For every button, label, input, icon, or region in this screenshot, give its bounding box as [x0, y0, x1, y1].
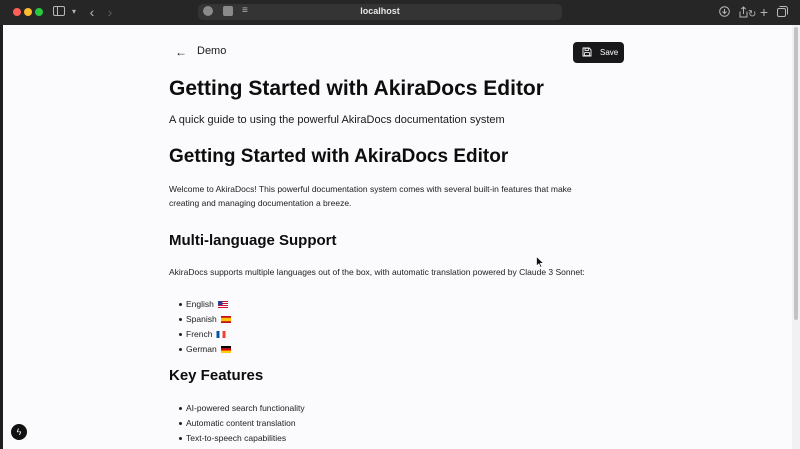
breadcrumb[interactable]: Demo [197, 45, 226, 57]
plus-icon[interactable]: + [758, 4, 770, 20]
features-list[interactable]: AI-powered search functionality Automati… [179, 401, 305, 446]
multilanguage-paragraph[interactable]: AkiraDocs supports multiple languages ou… [169, 267, 585, 277]
tab-overview-icon[interactable] [777, 4, 789, 20]
reader-icon[interactable]: ≡ [242, 6, 252, 16]
content-heading[interactable]: Getting Started with AkiraDocs Editor [169, 146, 508, 168]
us-flag-icon [217, 301, 228, 308]
page-subtitle[interactable]: A quick guide to using the powerful Akir… [169, 114, 505, 126]
language-label: English [186, 299, 214, 309]
language-label: German [186, 344, 217, 354]
list-item: English [179, 297, 231, 312]
browser-toolbar: ▾ ‹ › localhost ↻ ≡ + [0, 0, 800, 25]
download-icon[interactable] [719, 4, 731, 20]
extension-icon[interactable] [203, 6, 213, 16]
lightning-icon[interactable]: ϟ [11, 424, 27, 440]
list-item: German [179, 342, 231, 357]
language-list[interactable]: English Spanish French German [179, 297, 231, 357]
list-item: French [179, 327, 231, 342]
spain-flag-icon [220, 316, 231, 323]
save-icon [582, 47, 592, 57]
multilanguage-heading[interactable]: Multi-language Support [169, 232, 336, 249]
scrollbar[interactable] [792, 25, 800, 449]
language-label: French [186, 329, 213, 339]
scrollbar-thumb[interactable] [794, 27, 798, 320]
page-viewport: ← Demo Save Getting Started with AkiraDo… [3, 25, 800, 449]
mouse-cursor-icon [536, 256, 544, 268]
germany-flag-icon [220, 346, 231, 353]
page-title[interactable]: Getting Started with AkiraDocs Editor [169, 77, 544, 101]
list-item: Spanish [179, 312, 231, 327]
extension-menu-icon[interactable] [223, 3, 233, 16]
save-button-label: Save [600, 48, 619, 57]
save-button[interactable]: Save [573, 42, 624, 63]
minimize-window-button[interactable] [24, 8, 32, 16]
intro-paragraph[interactable]: Welcome to AkiraDocs! This powerful docu… [169, 182, 589, 210]
address-bar[interactable]: localhost ↻ [198, 4, 756, 20]
share-icon[interactable] [738, 4, 750, 20]
list-item: Automatic content translation [179, 416, 305, 431]
list-item: AI-powered search functionality [179, 401, 305, 416]
forward-arrow-icon[interactable]: › [104, 4, 116, 20]
url-text: localhost [360, 6, 400, 16]
language-label: Spanish [186, 314, 217, 324]
back-arrow-icon[interactable]: ‹ [86, 4, 98, 20]
france-flag-icon [216, 331, 226, 338]
back-arrow-icon[interactable]: ← [174, 45, 188, 59]
list-item: Text-to-speech capabilities [179, 431, 305, 446]
zoom-window-button[interactable] [35, 8, 43, 16]
key-features-heading[interactable]: Key Features [169, 367, 263, 384]
close-window-button[interactable] [13, 8, 21, 16]
chevron-down-icon[interactable]: ▾ [70, 4, 78, 20]
sidebar-toggle-icon[interactable] [53, 4, 67, 20]
